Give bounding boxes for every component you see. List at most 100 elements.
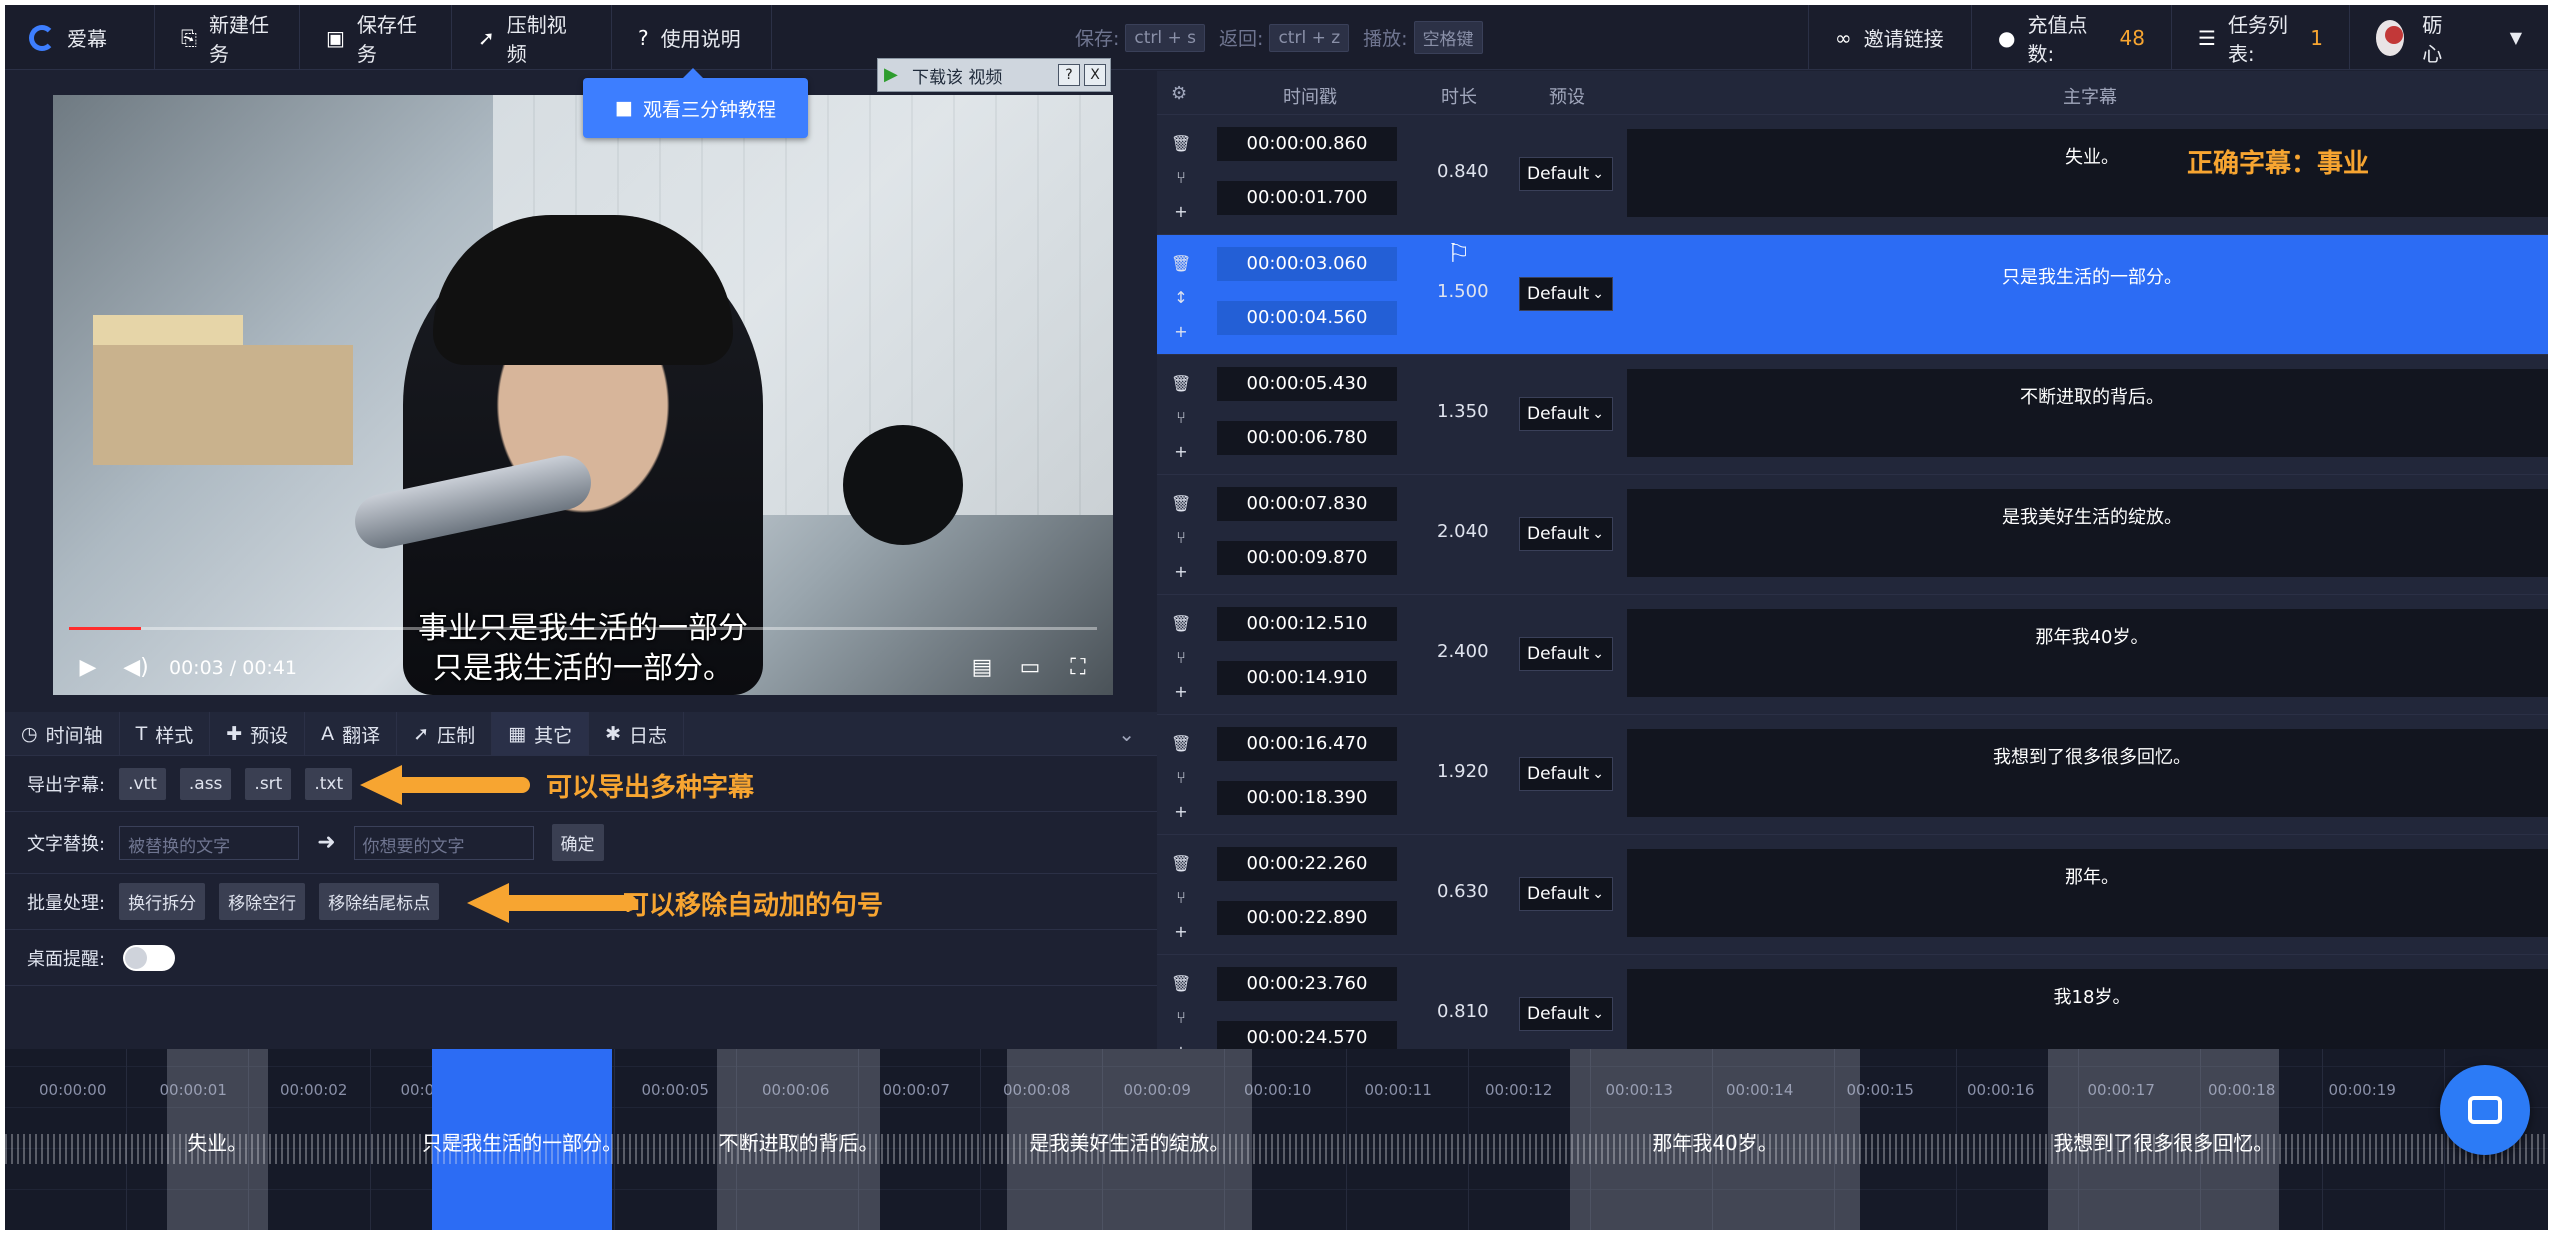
table-row[interactable]: 🗑 ⑂ +00:00:22.260 00:00:22.890 0.630 Default ⌄… [1157, 835, 2548, 955]
resize-icon[interactable]: ↕ [1171, 281, 1191, 315]
preset-select[interactable]: Default ⌄ [1519, 997, 1613, 1031]
delete-icon[interactable]: 🗑 [1171, 367, 1191, 401]
delete-icon[interactable]: 🗑 [1171, 127, 1191, 161]
save-task-button[interactable]: ▣ 保存任务 [300, 5, 452, 70]
start-time-field[interactable]: 00:00:22.260 [1217, 847, 1397, 881]
chat-support-button[interactable] [2440, 1065, 2530, 1155]
tab-timeline[interactable]: ◷ 时间轴 [5, 712, 120, 756]
add-icon[interactable]: + [1171, 675, 1191, 709]
bookmark-icon[interactable]: ⚐ [1447, 239, 1470, 269]
volume-icon[interactable]: ◀) [121, 653, 151, 683]
subtitle-text-field[interactable]: 我18岁。 [1627, 969, 2548, 1049]
tutorial-popup-button[interactable]: ■ 观看三分钟教程 [583, 68, 808, 138]
preset-select[interactable]: Default ⌄ [1519, 397, 1613, 431]
split-lines-button[interactable]: 换行拆分 [119, 883, 206, 920]
merge-icon[interactable]: ⑂ [1171, 641, 1191, 675]
task-list-button[interactable]: ☰ 任务列表: 1 [2172, 5, 2350, 70]
preset-select[interactable]: Default ⌄ [1519, 757, 1613, 791]
add-icon[interactable]: + [1171, 1035, 1191, 1049]
replace-from-input[interactable]: 被替换的文字 [119, 825, 300, 860]
user-menu[interactable]: 砺心 ▼ [2350, 5, 2548, 70]
play-icon[interactable]: ▶ [73, 653, 103, 683]
add-icon[interactable]: + [1171, 795, 1191, 829]
tab-other[interactable]: ▦ 其它 [492, 712, 590, 756]
tab-preset[interactable]: ✚ 预设 [210, 712, 306, 756]
end-time-field[interactable]: 00:00:01.700 [1217, 181, 1397, 215]
end-time-field[interactable]: 00:00:14.910 [1217, 661, 1397, 695]
end-time-field[interactable]: 00:00:22.890 [1217, 901, 1397, 935]
fullscreen-icon[interactable]: ⛶ [1063, 653, 1093, 683]
delete-icon[interactable]: 🗑 [1171, 967, 1191, 1001]
app-logo[interactable]: 爱幕 [5, 5, 155, 70]
export-txt-button[interactable]: .txt [305, 767, 353, 800]
subtitle-text-field[interactable]: 只是我生活的一部分。 [1627, 249, 2548, 337]
collapse-chevron-icon[interactable]: ⌄ [1118, 722, 1135, 746]
end-time-field[interactable]: 00:00:06.780 [1217, 421, 1397, 455]
waveform-timeline[interactable]: 00:00:0000:00:0100:00:0200:00:0300:00:04… [5, 1049, 2548, 1230]
preset-select[interactable]: Default ⌄ [1519, 277, 1613, 311]
table-row[interactable]: 🗑⑂+00:00:23.76000:00:24.5700.810Default⌄… [1157, 955, 2548, 1049]
end-time-field[interactable]: 00:00:09.870 [1217, 541, 1397, 575]
start-time-field[interactable]: 00:00:00.860 [1217, 127, 1397, 161]
new-task-button[interactable]: ⎘ 新建任务 [155, 5, 300, 70]
tab-compress[interactable]: ➚ 压制 [397, 712, 493, 756]
captions-icon[interactable]: ▤ [967, 653, 997, 683]
merge-icon[interactable]: ⑂ [1171, 881, 1191, 915]
subtitle-text-field[interactable]: 我想到了很多很多回忆。 [1627, 729, 2548, 817]
table-row[interactable]: 🗑 ⑂ +00:00:05.430 00:00:06.780 1.350 Default ⌄… [1157, 355, 2548, 475]
export-vtt-button[interactable]: .vtt [119, 767, 166, 800]
replace-to-input[interactable]: 你想要的文字 [353, 825, 534, 860]
tab-style[interactable]: T 样式 [120, 712, 211, 756]
recharge-points[interactable]: ● 充值点数: 48 [1972, 5, 2172, 70]
merge-icon[interactable]: ⑂ [1171, 761, 1191, 795]
theater-mode-icon[interactable]: ▭ [1015, 653, 1045, 683]
start-time-field[interactable]: 00:00:05.430 [1217, 367, 1397, 401]
add-icon[interactable]: + [1171, 915, 1191, 949]
preset-select[interactable]: Default ⌄ [1519, 877, 1613, 911]
table-row[interactable]: 🗑 ↕ +00:00:03.060 00:00:04.560 1.500 Default ⌄… [1157, 235, 2548, 355]
preset-select[interactable]: Default ⌄ [1519, 157, 1613, 191]
add-icon[interactable]: + [1171, 555, 1191, 589]
start-time-field[interactable]: 00:00:07.830 [1217, 487, 1397, 521]
subtitle-text-field[interactable]: 失业。 [1627, 129, 2548, 217]
preset-select[interactable]: Default ⌄ [1519, 637, 1613, 671]
subtitle-text-field[interactable]: 那年。 [1627, 849, 2548, 937]
subtitle-text-field[interactable]: 是我美好生活的绽放。 [1627, 489, 2548, 577]
export-ass-button[interactable]: .ass [179, 767, 232, 800]
merge-icon[interactable]: ⑂ [1171, 161, 1191, 195]
remove-end-punctuation-button[interactable]: 移除结尾标点 [319, 883, 440, 920]
merge-icon[interactable]: ⑂ [1171, 521, 1191, 555]
settings-icon[interactable]: ⚙ [1171, 83, 1187, 104]
video-player[interactable]: 事业只是我生活的一部分 只是我生活的一部分。 ▶ ◀) 00:03 / 00:4… [53, 95, 1113, 695]
delete-icon[interactable]: 🗑 [1171, 247, 1191, 281]
table-row[interactable]: 🗑 ⑂ +00:00:16.470 00:00:18.390 1.920 Default ⌄… [1157, 715, 2548, 835]
tab-translate[interactable]: A 翻译 [305, 712, 398, 756]
start-time-field[interactable]: 00:00:03.060 [1217, 247, 1397, 281]
delete-icon[interactable]: 🗑 [1171, 607, 1191, 641]
desktop-notify-toggle[interactable] [123, 944, 176, 971]
start-time-field[interactable]: 00:00:23.760 [1217, 967, 1397, 1001]
download-close-button[interactable]: X [1084, 64, 1106, 86]
delete-icon[interactable]: 🗑 [1171, 487, 1191, 521]
add-icon[interactable]: + [1171, 195, 1191, 229]
table-row[interactable]: 🗑 ⑂ +00:00:07.830 00:00:09.870 2.040 Default ⌄… [1157, 475, 2548, 595]
export-srt-button[interactable]: .srt [245, 767, 292, 800]
delete-icon[interactable]: 🗑 [1171, 727, 1191, 761]
start-time-field[interactable]: 00:00:12.510 [1217, 607, 1397, 641]
download-video-widget[interactable]: ▶ 下载该 视频 ? X [877, 58, 1111, 92]
download-help-button[interactable]: ? [1058, 64, 1080, 86]
end-time-field[interactable]: 00:00:18.390 [1217, 781, 1397, 815]
tab-log[interactable]: ✱ 日志 [589, 712, 685, 756]
preset-select[interactable]: Default ⌄ [1519, 517, 1613, 551]
compress-video-button[interactable]: ➚ 压制视频 [452, 5, 612, 70]
merge-icon[interactable]: ⑂ [1171, 1001, 1191, 1035]
remove-blank-lines-button[interactable]: 移除空行 [219, 883, 306, 920]
merge-icon[interactable]: ⑂ [1171, 401, 1191, 435]
add-icon[interactable]: + [1171, 435, 1191, 469]
end-time-field[interactable]: 00:00:24.570 [1217, 1021, 1397, 1049]
start-time-field[interactable]: 00:00:16.470 [1217, 727, 1397, 761]
replace-confirm-button[interactable]: 确定 [551, 824, 604, 861]
delete-icon[interactable]: 🗑 [1171, 847, 1191, 881]
end-time-field[interactable]: 00:00:04.560 [1217, 301, 1397, 335]
video-progress-bar[interactable] [69, 627, 1097, 630]
